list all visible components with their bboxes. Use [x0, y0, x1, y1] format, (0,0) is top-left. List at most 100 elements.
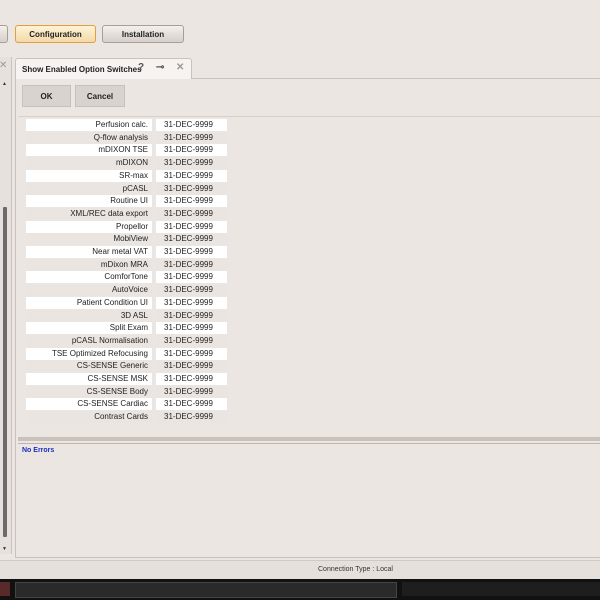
ok-label: OK — [40, 91, 53, 101]
option-name: CS-SENSE MSK — [26, 373, 152, 385]
option-expiry-date: 31-DEC-9999 — [156, 169, 227, 182]
option-expiry-date: 31-DEC-9999 — [156, 347, 227, 360]
option-expiry-date: 31-DEC-9999 — [156, 144, 227, 157]
option-name: pCASL — [26, 182, 152, 195]
cancel-button[interactable]: Cancel — [75, 85, 125, 107]
option-name: 3D ASL — [26, 309, 152, 322]
option-expiry-date: 31-DEC-9999 — [156, 385, 227, 398]
connection-type-text: Connection Type : Local — [318, 566, 393, 573]
list-item[interactable]: Routine UI 31-DEC-9999 — [26, 195, 227, 208]
option-name: CS-SENSE Body — [26, 385, 152, 398]
option-name: mDIXON TSE — [26, 144, 152, 157]
option-name: pCASL Normalisation — [26, 334, 152, 347]
list-item[interactable]: Split Exam 31-DEC-9999 — [26, 322, 227, 335]
option-expiry-date: 31-DEC-9999 — [156, 360, 227, 373]
list-item[interactable]: pCASL 31-DEC-9999 — [26, 182, 227, 195]
option-expiry-date: 31-DEC-9999 — [156, 284, 227, 297]
list-item[interactable]: AutoVoice 31-DEC-9999 — [26, 284, 227, 297]
message-area: No Errors — [18, 443, 600, 555]
option-name: Q-flow analysis — [26, 131, 152, 144]
option-expiry-date: 31-DEC-9999 — [156, 157, 227, 170]
panel-splitter[interactable] — [18, 437, 600, 441]
option-name: Near metal VAT — [26, 246, 152, 258]
list-item[interactable]: CS-SENSE Generic 31-DEC-9999 — [26, 360, 227, 373]
cancel-label: Cancel — [86, 91, 114, 101]
option-name: mDIXON — [26, 157, 152, 170]
taskbar-item[interactable] — [0, 582, 10, 596]
question-mark-icon[interactable]: ? — [138, 62, 144, 73]
tab-show-enabled-option-switches[interactable]: Show Enabled Option Switches ? ⊸ ✕ — [15, 58, 192, 79]
error-status-text: No Errors — [22, 447, 55, 454]
option-expiry-date: 31-DEC-9999 — [156, 246, 227, 258]
installation-label: Installation — [121, 29, 165, 39]
list-item[interactable]: mDIXON TSE 31-DEC-9999 — [26, 144, 227, 157]
option-name: Perfusion calc. — [26, 119, 152, 131]
close-icon[interactable]: ✕ — [176, 62, 184, 73]
status-bar: Connection Type : Local — [0, 560, 600, 580]
list-item[interactable]: XML/REC data export 31-DEC-9999 — [26, 207, 227, 220]
side-close-icon[interactable]: ✕ — [0, 60, 7, 71]
list-item[interactable]: mDIXON 31-DEC-9999 — [26, 157, 227, 170]
option-name: XML/REC data export — [26, 207, 152, 220]
option-expiry-date: 31-DEC-9999 — [156, 195, 227, 208]
list-item[interactable]: 3D ASL 31-DEC-9999 — [26, 309, 227, 322]
taskbar-item[interactable] — [402, 582, 600, 596]
tab-title: Show Enabled Option Switches — [22, 64, 142, 74]
installation-button[interactable]: Installation — [102, 25, 184, 43]
list-item[interactable]: MobiView 31-DEC-9999 — [26, 233, 227, 246]
option-name: MobiView — [26, 233, 152, 246]
option-name: AutoVoice — [26, 284, 152, 297]
list-item[interactable]: pCASL Normalisation 31-DEC-9999 — [26, 334, 227, 347]
list-item[interactable]: Q-flow analysis 31-DEC-9999 — [26, 131, 227, 144]
option-expiry-date: 31-DEC-9999 — [156, 207, 227, 220]
list-item[interactable]: CS-SENSE Body 31-DEC-9999 — [26, 385, 227, 398]
option-expiry-date: 31-DEC-9999 — [156, 322, 227, 335]
option-name: Routine UI — [26, 195, 152, 208]
configuration-button[interactable]: Configuration — [15, 25, 96, 43]
option-expiry-date: 31-DEC-9999 — [156, 271, 227, 284]
list-item[interactable]: Near metal VAT 31-DEC-9999 — [26, 246, 227, 258]
previous-tab-button[interactable]: e — [0, 25, 8, 43]
option-name: ComforTone — [26, 271, 152, 284]
list-item[interactable]: CS-SENSE Cardiac 31-DEC-9999 — [26, 398, 227, 411]
left-side-panel: ✕ ▲ ▼ — [0, 57, 12, 554]
option-expiry-date: 31-DEC-9999 — [156, 182, 227, 195]
option-expiry-date: 31-DEC-9999 — [156, 309, 227, 322]
option-name: Patient Condition UI — [26, 296, 152, 309]
option-name: Propellor — [26, 220, 152, 233]
list-item[interactable]: TSE Optimized Refocusing Control 31-DEC-9… — [26, 347, 227, 370]
list-item[interactable]: Perfusion calc. 31-DEC-9999 — [26, 119, 227, 131]
list-item[interactable]: CS-SENSE MSK 31-DEC-9999 — [26, 373, 227, 385]
configuration-label: Configuration — [29, 29, 82, 39]
option-name: Contrast Cards — [26, 411, 152, 424]
taskbar — [0, 579, 600, 600]
list-item[interactable]: ComforTone 31-DEC-9999 — [26, 271, 227, 284]
option-name: mDixon MRA — [26, 258, 152, 271]
taskbar-item[interactable] — [15, 582, 397, 598]
option-expiry-date: 31-DEC-9999 — [156, 398, 227, 411]
list-item[interactable]: SR-max 31-DEC-9999 — [26, 169, 227, 182]
pin-icon[interactable]: ⊸ — [156, 62, 164, 73]
list-item[interactable]: Propellor 31-DEC-9999 — [26, 220, 227, 233]
list-item[interactable]: Contrast Cards 31-DEC-9999 — [26, 411, 227, 424]
option-expiry-date: 31-DEC-9999 — [156, 220, 227, 233]
option-switch-list: Perfusion calc. 31-DEC-9999 Q-flow analysi… — [18, 116, 600, 435]
ok-button[interactable]: OK — [22, 85, 71, 107]
option-expiry-date: 31-DEC-9999 — [156, 258, 227, 271]
option-name: TSE Optimized Refocusing Control — [26, 347, 152, 370]
option-expiry-date: 31-DEC-9999 — [156, 411, 227, 424]
list-item[interactable]: mDixon MRA 31-DEC-9999 — [26, 258, 227, 271]
side-scroll-up-icon[interactable]: ▲ — [2, 81, 7, 87]
option-expiry-date: 31-DEC-9999 — [156, 296, 227, 309]
option-name: CS-SENSE Generic — [26, 360, 152, 373]
option-expiry-date: 31-DEC-9999 — [156, 233, 227, 246]
side-scrollbar[interactable] — [3, 207, 7, 537]
option-expiry-date: 31-DEC-9999 — [156, 131, 227, 144]
side-scroll-down-icon[interactable]: ▼ — [2, 546, 7, 552]
list-item[interactable]: Patient Condition UI 31-DEC-9999 — [26, 296, 227, 309]
option-expiry-date: 31-DEC-9999 — [156, 373, 227, 385]
option-name: CS-SENSE Cardiac — [26, 398, 152, 411]
option-expiry-date: 31-DEC-9999 — [156, 119, 227, 131]
option-name: SR-max — [26, 169, 152, 182]
option-name: Split Exam — [26, 322, 152, 335]
